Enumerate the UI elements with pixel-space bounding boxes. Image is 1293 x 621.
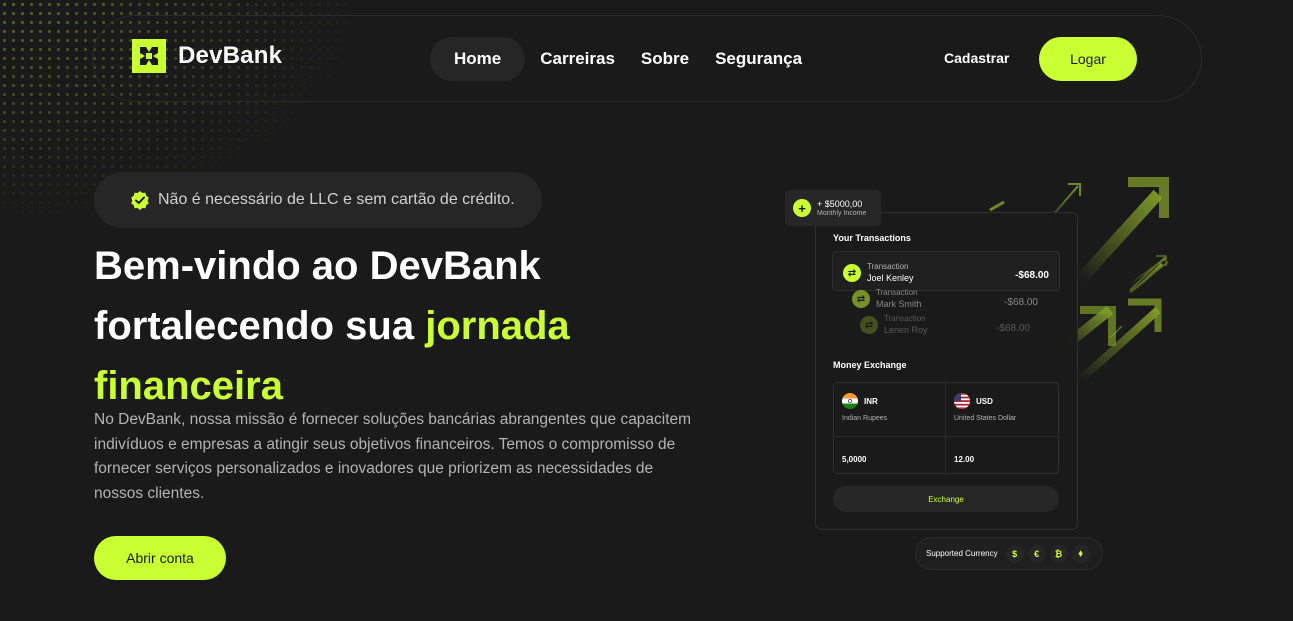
- money-exchange-panel: INR Indian Rupees USD United States Doll…: [833, 382, 1059, 475]
- income-label: Monthly Income: [817, 210, 867, 217]
- transaction-amount: -$68.00: [1004, 297, 1038, 308]
- usa-flag-icon: [954, 393, 970, 409]
- transaction-name: Mark Smith: [876, 299, 922, 309]
- transfer-icon: ⇄: [860, 316, 878, 334]
- transfer-icon: ⇄: [843, 264, 861, 282]
- transaction-label: Transaction: [884, 314, 926, 323]
- currency-from-amount[interactable]: 5,0000: [834, 437, 946, 475]
- login-button[interactable]: Logar: [1039, 37, 1137, 81]
- exchange-title: Money Exchange: [833, 360, 907, 370]
- bitcoin-icon: ₿: [1049, 544, 1068, 563]
- hero-title-accent1: jornada: [425, 304, 570, 348]
- euro-icon: €: [1027, 544, 1046, 563]
- amount-value: 5,0000: [842, 455, 867, 464]
- transaction-amount: -$68.00: [996, 323, 1030, 334]
- dollar-icon: $: [1005, 544, 1024, 563]
- logo-icon: [132, 39, 166, 73]
- amount-value: 12.00: [954, 455, 975, 464]
- transaction-row[interactable]: ⇄ Transaction Lenen Roy -$68.00: [852, 312, 1038, 340]
- hero-title-line2: fortalecendo sua: [94, 304, 426, 348]
- transaction-name: Joel Kenley: [867, 273, 914, 283]
- currency-to-amount[interactable]: 12.00: [946, 437, 1058, 475]
- transaction-label: Transaction: [876, 288, 918, 297]
- supported-currency-bar: Supported Currency $ € ₿ ⬧: [915, 537, 1103, 570]
- currency-name: Indian Rupees: [842, 415, 888, 422]
- income-amount: + $5000,00: [817, 199, 863, 209]
- plus-icon: +: [793, 199, 811, 217]
- logo-text: DevBank: [178, 42, 283, 69]
- info-badge: Não é necessário de LLC e sem cartão de …: [94, 172, 542, 228]
- exchange-button[interactable]: Exchange: [833, 486, 1059, 512]
- register-link[interactable]: Cadastrar: [944, 50, 1009, 66]
- currency-from[interactable]: INR Indian Rupees: [834, 383, 946, 437]
- ethereum-icon: ⬧: [1071, 544, 1090, 563]
- supported-currency-label: Supported Currency: [926, 549, 998, 558]
- transactions-title: Your Transactions: [833, 233, 911, 243]
- hero-description: No DevBank, nossa missão é fornecer solu…: [94, 411, 692, 502]
- transaction-label: Transaction: [867, 262, 909, 271]
- nav-carreiras[interactable]: Carreiras: [527, 37, 628, 81]
- hero-title: Bem-vindo ao DevBank fortalecendo sua jo…: [94, 236, 654, 416]
- transfer-icon: ⇄: [852, 290, 870, 308]
- currency-code: INR: [864, 396, 878, 406]
- hero-title-line1: Bem-vindo ao DevBank: [94, 244, 541, 288]
- open-account-button[interactable]: Abrir conta: [94, 536, 226, 580]
- currency-to[interactable]: USD United States Dollar: [946, 383, 1058, 437]
- currency-code: USD: [976, 396, 993, 406]
- transaction-name: Lenen Roy: [884, 325, 928, 335]
- nav-home[interactable]: Home: [430, 37, 526, 81]
- transaction-amount: -$68.00: [1015, 270, 1049, 281]
- info-badge-text: Não é necessário de LLC e sem cartão de …: [158, 191, 515, 208]
- hero-title-accent2: financeira: [94, 364, 283, 408]
- india-flag-icon: [842, 393, 858, 409]
- nav-sobre[interactable]: Sobre: [628, 37, 702, 81]
- transaction-row[interactable]: ⇄ Transaction Joel Kenley -$68.00: [832, 251, 1060, 291]
- transaction-row[interactable]: ⇄ Transaction Mark Smith -$68.00: [842, 286, 1048, 314]
- currency-name: United States Dollar: [954, 415, 1017, 422]
- main-nav: Home Carreiras Sobre Segurança: [430, 37, 815, 81]
- nav-seguranca[interactable]: Segurança: [702, 37, 815, 81]
- monthly-income-chip: + + $5000,00 Monthly Income: [785, 190, 881, 226]
- logo[interactable]: DevBank: [132, 39, 282, 73]
- verified-check-icon: [131, 191, 149, 210]
